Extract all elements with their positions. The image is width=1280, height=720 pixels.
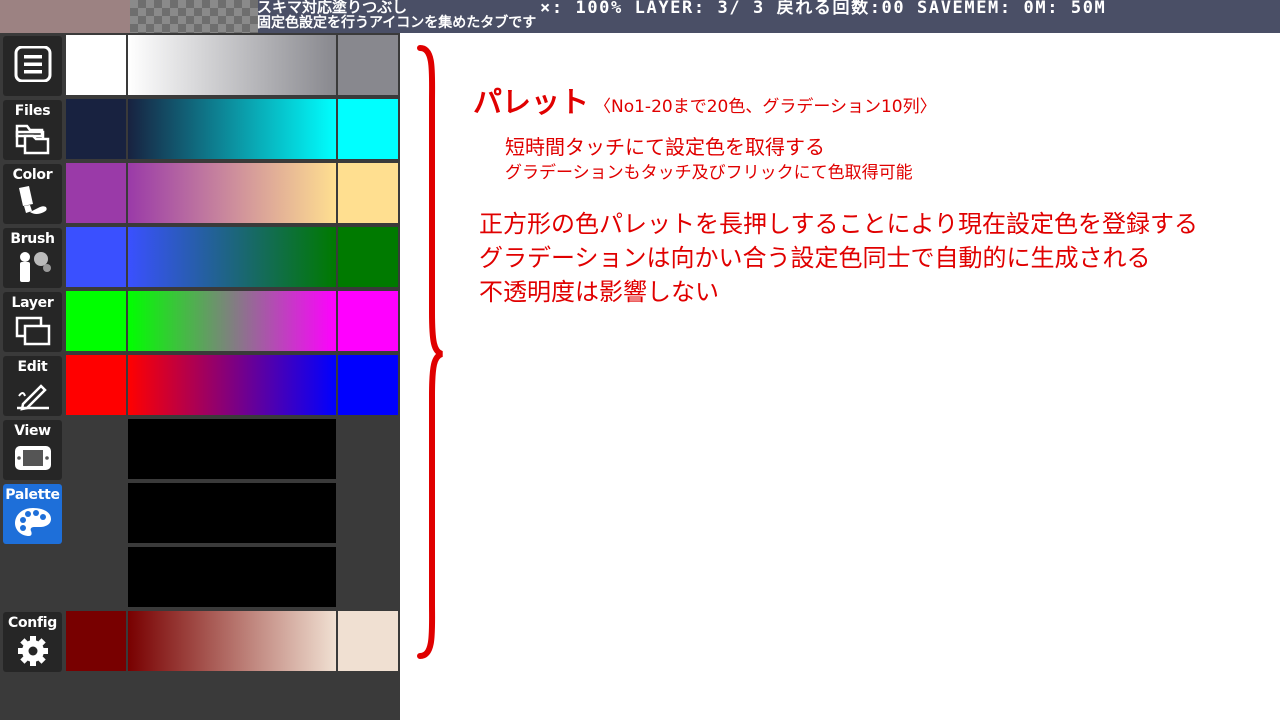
palette-gradient[interactable] bbox=[128, 547, 336, 607]
tab-config[interactable]: Config bbox=[3, 612, 62, 672]
palette-color-left[interactable] bbox=[66, 291, 126, 351]
palette-color-right[interactable] bbox=[338, 291, 398, 351]
note-gradient-auto: グラデーションは向かい合う設定色同士で自動的に生成される bbox=[479, 244, 1151, 272]
palette-color-left[interactable] bbox=[66, 35, 126, 95]
tab-label: View bbox=[14, 423, 51, 439]
palette-color-left[interactable] bbox=[66, 99, 126, 159]
tab-label: Palette bbox=[5, 487, 60, 503]
palette-subtitle: 〈No1-20まで20色、グラデーション10列〉 bbox=[594, 97, 937, 117]
tab-label: Config bbox=[8, 615, 57, 631]
status-bar: スキマ対応塗りつぶし 固定色設定を行うアイコンを集めたタブです ×: 100% … bbox=[0, 0, 1280, 33]
menu-button[interactable] bbox=[3, 36, 62, 96]
paint-tube-icon bbox=[18, 186, 47, 214]
palette-color-left[interactable] bbox=[66, 355, 126, 415]
tab-hint-text: 固定色設定を行うアイコンを集めたタブです bbox=[257, 15, 537, 31]
palette-gradient[interactable] bbox=[128, 355, 336, 415]
tab-view[interactable]: View bbox=[3, 420, 62, 480]
palette-gradient[interactable] bbox=[128, 227, 336, 287]
palette-color-right[interactable] bbox=[338, 227, 398, 287]
layers-icon bbox=[15, 316, 50, 346]
palette-color-right[interactable] bbox=[338, 611, 398, 671]
palette-color-right[interactable] bbox=[338, 355, 398, 415]
palette-color-right[interactable] bbox=[338, 99, 398, 159]
palette-gradient[interactable] bbox=[128, 99, 336, 159]
palette-panel: Files Color Brush Layer Edit View Palett… bbox=[0, 33, 400, 720]
tab-label: Brush bbox=[10, 231, 55, 247]
status-readout: ×: 100% LAYER: 3/ 3 戻れる回数:00 SAVEMEM: 0M… bbox=[540, 0, 1107, 18]
tab-label: Color bbox=[12, 167, 53, 183]
pen-edit-icon bbox=[16, 384, 49, 411]
note-long-press: 正方形の色パレットを長押しすることにより現在設定色を登録する bbox=[479, 210, 1199, 238]
palette-color-left[interactable] bbox=[66, 227, 126, 287]
current-color-preview bbox=[0, 0, 130, 33]
note-opacity: 不透明度は影響しない bbox=[479, 278, 719, 306]
brace-bracket-icon bbox=[417, 45, 444, 659]
palette-color-left[interactable] bbox=[66, 163, 126, 223]
note-gradient-tap: グラデーションもタッチ及びフリックにて色取得可能 bbox=[505, 163, 913, 183]
palette-gradient[interactable] bbox=[128, 483, 336, 543]
tab-files[interactable]: Files bbox=[3, 100, 62, 160]
palette-color-right[interactable] bbox=[338, 163, 398, 223]
tab-layer[interactable]: Layer bbox=[3, 292, 62, 352]
menu-icon bbox=[14, 46, 51, 82]
tab-palette[interactable]: Palette bbox=[3, 484, 62, 544]
palette-gradient[interactable] bbox=[128, 291, 336, 351]
tab-label: Files bbox=[14, 103, 51, 119]
palette-title: パレット bbox=[473, 85, 590, 119]
app-title: スキマ対応塗りつぶし bbox=[257, 0, 408, 16]
palette-gradient[interactable] bbox=[128, 163, 336, 223]
tab-label: Layer bbox=[11, 295, 54, 311]
tab-edit[interactable]: Edit bbox=[3, 356, 62, 416]
palette-gradient[interactable] bbox=[128, 419, 336, 479]
palette-gradient[interactable] bbox=[128, 611, 336, 671]
folder-icon bbox=[15, 124, 49, 155]
tab-label: Edit bbox=[17, 359, 48, 375]
gear-icon bbox=[17, 636, 48, 666]
handheld-view-icon bbox=[14, 446, 51, 470]
opacity-checker-preview bbox=[130, 0, 258, 33]
palette-gradient[interactable] bbox=[128, 35, 336, 95]
tab-color[interactable]: Color bbox=[3, 164, 62, 224]
spray-brush-icon bbox=[19, 252, 51, 282]
palette-icon bbox=[14, 508, 51, 536]
note-tap: 短時間タッチにて設定色を取得する bbox=[505, 135, 825, 159]
palette-color-left[interactable] bbox=[66, 611, 126, 671]
palette-color-right[interactable] bbox=[338, 35, 398, 95]
tab-brush[interactable]: Brush bbox=[3, 228, 62, 288]
